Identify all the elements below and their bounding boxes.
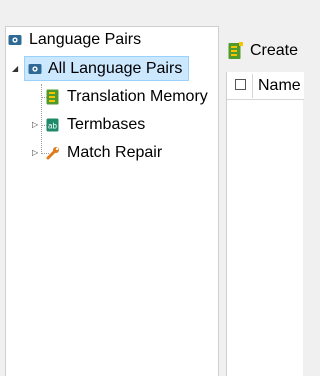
panel-splitter[interactable] bbox=[219, 26, 226, 376]
create-button-label: Create bbox=[250, 42, 299, 59]
svg-text:ab: ab bbox=[48, 122, 57, 131]
tree-item-translation-memory[interactable]: Translation Memory bbox=[46, 85, 208, 109]
create-button[interactable]: Create bbox=[228, 40, 298, 62]
column-separator[interactable] bbox=[252, 74, 253, 98]
grid-header: Name bbox=[227, 72, 304, 100]
language-pair-icon bbox=[28, 62, 42, 76]
tree-item-label: Match Repair bbox=[67, 144, 163, 161]
column-header-name[interactable]: Name bbox=[258, 77, 301, 95]
tree-item-label: Termbases bbox=[67, 116, 146, 133]
tree-root-language-pairs[interactable]: Language Pairs bbox=[8, 28, 141, 52]
language-pair-icon bbox=[8, 33, 22, 47]
expand-arrow-icon[interactable]: ▷ bbox=[32, 121, 38, 129]
select-all-checkbox[interactable] bbox=[235, 79, 246, 90]
tree-connector bbox=[41, 84, 42, 154]
wrench-icon bbox=[46, 146, 60, 160]
collapse-arrow-icon[interactable]: ◢ bbox=[12, 65, 18, 73]
termbase-icon: ab bbox=[46, 118, 59, 132]
tree-item-all-language-pairs[interactable]: All Language Pairs bbox=[28, 57, 182, 81]
tree-item-match-repair[interactable]: Match Repair bbox=[46, 141, 162, 165]
tree-root-label: Language Pairs bbox=[29, 31, 142, 48]
tree-item-label: Translation Memory bbox=[67, 88, 208, 105]
tm-grid[interactable]: Name bbox=[226, 72, 304, 376]
translation-memory-icon bbox=[46, 89, 59, 105]
tree-item-termbases[interactable]: ab Termbases bbox=[46, 113, 145, 137]
tree-item-label: All Language Pairs bbox=[48, 60, 183, 77]
translation-memory-icon bbox=[228, 42, 244, 60]
expand-arrow-icon[interactable]: ▷ bbox=[32, 149, 38, 157]
